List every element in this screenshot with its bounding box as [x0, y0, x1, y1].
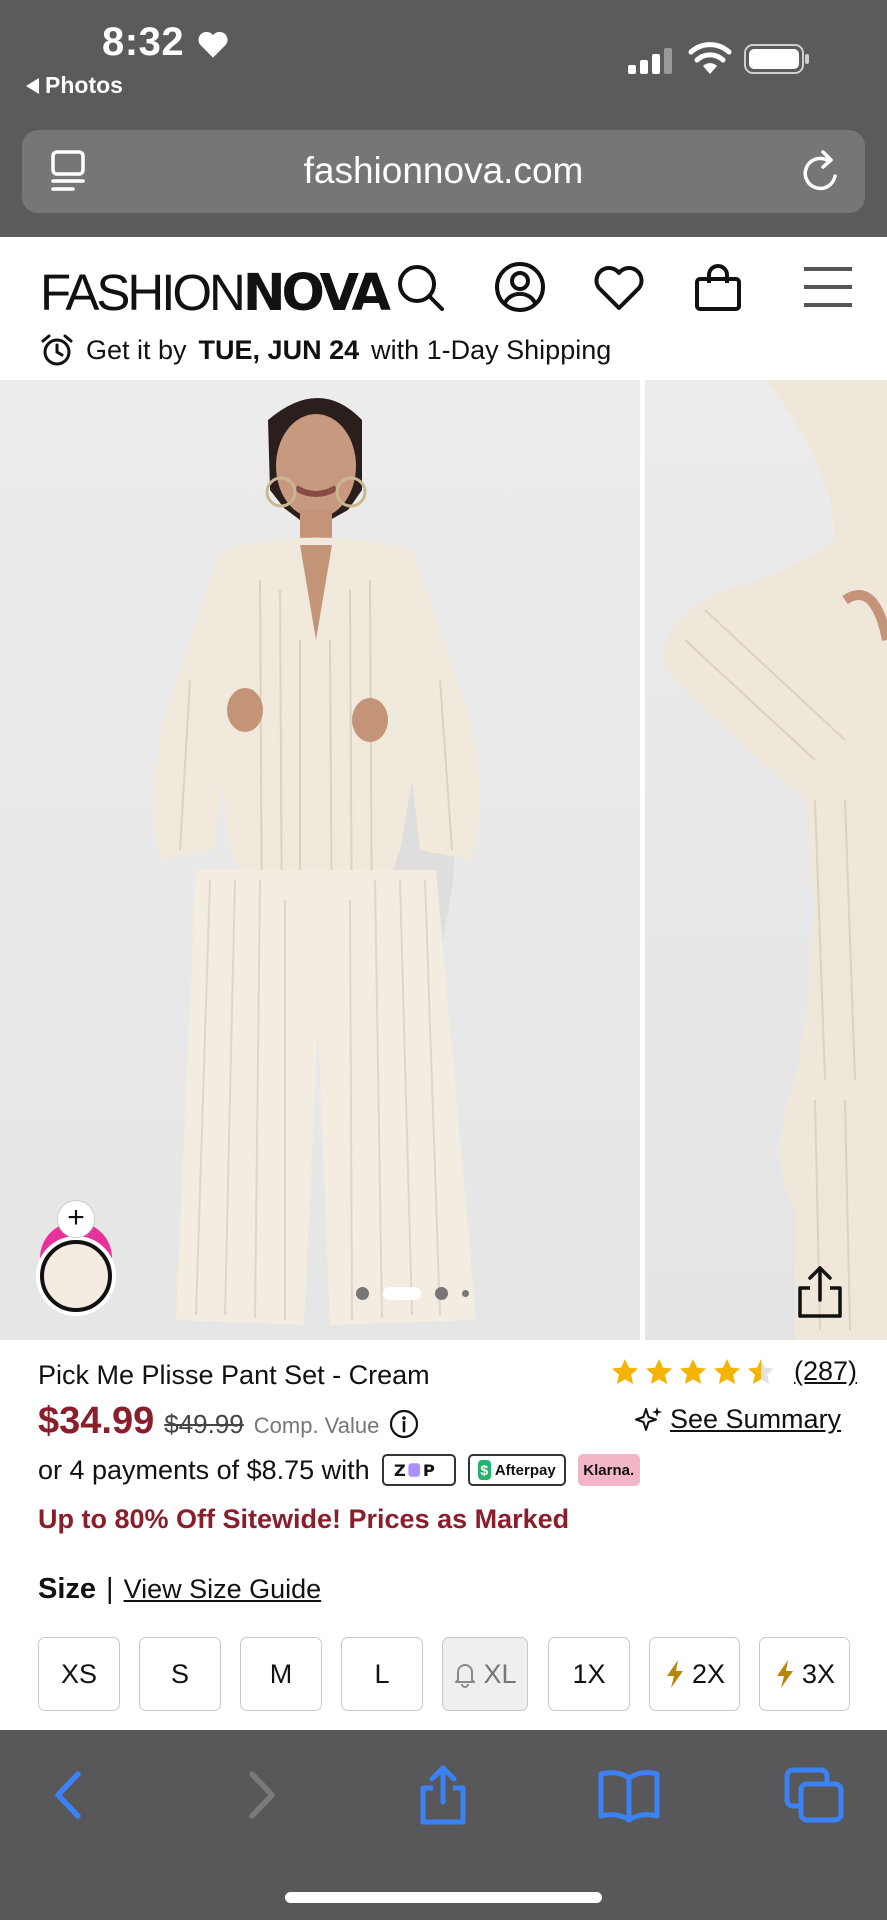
color-swatch-cream[interactable]: [40, 1240, 112, 1312]
afterpay-label: Afterpay: [494, 1461, 556, 1479]
alarm-clock-icon: [41, 334, 73, 366]
more-colors-plus-icon[interactable]: +: [57, 1200, 95, 1238]
gallery-pagination: [356, 1287, 469, 1300]
cellular-signal-icon: [628, 48, 672, 74]
logo-bold-text: NOVA: [242, 264, 391, 323]
svg-text:Z: Z: [394, 1461, 407, 1480]
product-title: Pick Me Plisse Pant Set - Cream: [38, 1360, 430, 1390]
shipping-suffix: with 1-Day Shipping: [371, 334, 612, 365]
promo-banner: Up to 80% Off Sitewide! Prices as Marked: [38, 1504, 570, 1534]
see-summary-label[interactable]: See Summary: [670, 1404, 841, 1435]
size-option-label: 1X: [572, 1658, 606, 1689]
gallery-dot[interactable]: [435, 1287, 448, 1300]
back-triangle-icon: [26, 77, 39, 94]
model-figure-illustration: [153, 398, 480, 1325]
star-full-icon: [714, 1358, 740, 1384]
size-option-2x[interactable]: 2X: [649, 1637, 740, 1711]
star-full-icon: [612, 1358, 638, 1384]
model-closeup-illustration: [663, 380, 887, 1340]
installments-text: or 4 payments of $8.75 with: [38, 1454, 370, 1485]
site-header: FASHIONNOVA Get it by TUE, JUN 24 with 1…: [0, 237, 887, 380]
size-label: Size: [38, 1573, 97, 1605]
price-row: $34.99 $49.99 Comp. Value: [38, 1400, 419, 1443]
reload-icon[interactable]: [797, 146, 845, 196]
size-option-l[interactable]: L: [341, 1637, 423, 1711]
zip-logo: Z P: [394, 1461, 436, 1480]
star-half-icon: [748, 1358, 774, 1384]
wifi-icon: [688, 42, 732, 74]
shipping-banner: Get it by TUE, JUN 24 with 1-Day Shippin…: [40, 333, 611, 367]
account-icon[interactable]: [492, 259, 548, 315]
back-chevron-icon[interactable]: [38, 1764, 102, 1826]
size-option-label: XL: [483, 1658, 517, 1689]
sale-price: $34.99: [38, 1400, 155, 1442]
size-option-label: M: [269, 1658, 293, 1689]
lightning-bolt-icon: [666, 1660, 683, 1688]
afterpay-badge[interactable]: $ Afterpay: [467, 1454, 566, 1486]
star-full-icon: [680, 1358, 706, 1384]
size-option-label: 2X: [691, 1658, 726, 1689]
bookmarks-book-icon[interactable]: [597, 1764, 661, 1826]
afterpay-dollar-icon: $: [477, 1460, 491, 1480]
sparkle-icon: [635, 1406, 662, 1431]
share-icon[interactable]: [794, 1264, 846, 1320]
size-guide-link[interactable]: View Size Guide: [124, 1574, 322, 1605]
compare-value-label: Comp. Value: [253, 1413, 380, 1438]
shipping-date: TUE, JUN 24: [198, 334, 360, 365]
size-options: XS S M L XL 1X 2X 3X: [38, 1637, 850, 1711]
shipping-prefix: Get it by: [86, 334, 187, 365]
share-sheet-icon[interactable]: [411, 1764, 475, 1826]
size-option-xl[interactable]: XL: [442, 1637, 528, 1711]
status-time: 8:32: [102, 20, 185, 64]
tabs-overview-icon[interactable]: [783, 1764, 847, 1826]
size-option-3x[interactable]: 3X: [759, 1637, 850, 1711]
size-option-label: L: [374, 1658, 390, 1689]
product-photo-next[interactable]: [645, 380, 887, 1340]
color-swatch-picker[interactable]: +: [38, 1200, 116, 1320]
back-to-photos-link[interactable]: Photos: [26, 72, 123, 99]
browser-chrome-top: 8:32 Photos fashionnova.com: [0, 0, 887, 237]
see-summary-link[interactable]: See Summary: [634, 1404, 841, 1435]
rating-stars[interactable]: (287): [610, 1356, 857, 1387]
hamburger-menu-icon[interactable]: [800, 259, 856, 315]
lightning-bolt-icon: [776, 1660, 793, 1688]
notify-bell-icon: [455, 1664, 476, 1688]
product-image-gallery[interactable]: +: [0, 380, 887, 1340]
product-photo-main[interactable]: [0, 380, 640, 1340]
size-option-label: S: [170, 1658, 189, 1689]
gallery-dot-active[interactable]: [383, 1287, 421, 1300]
url-text[interactable]: fashionnova.com: [22, 150, 865, 192]
battery-icon: [744, 44, 809, 74]
forward-chevron-icon[interactable]: [228, 1764, 292, 1826]
compare-price: $49.99: [164, 1409, 244, 1439]
back-to-app-label: Photos: [45, 72, 123, 98]
size-option-1x[interactable]: 1X: [548, 1637, 630, 1711]
gallery-dot[interactable]: [356, 1287, 369, 1300]
search-icon[interactable]: [392, 259, 448, 315]
heart-status-icon: [198, 31, 228, 58]
size-option-s[interactable]: S: [139, 1637, 221, 1711]
zip-badge[interactable]: Z P: [381, 1454, 456, 1486]
shopping-bag-icon[interactable]: [690, 259, 746, 315]
size-option-xs[interactable]: XS: [38, 1637, 120, 1711]
fashion-nova-logo[interactable]: FASHIONNOVA: [40, 264, 391, 321]
star-full-icon: [646, 1358, 672, 1384]
size-option-label: 3X: [801, 1658, 836, 1689]
info-icon[interactable]: [389, 1409, 419, 1439]
browser-toolbar: [0, 1730, 887, 1920]
wishlist-heart-icon[interactable]: [591, 259, 647, 315]
address-bar[interactable]: fashionnova.com: [22, 130, 865, 213]
size-option-label: XS: [60, 1658, 98, 1689]
installments-row: or 4 payments of $8.75 with Z P $ Afterp…: [38, 1454, 640, 1486]
size-header: Size | View Size Guide: [38, 1573, 321, 1606]
svg-text:P: P: [423, 1461, 436, 1480]
gallery-dot[interactable]: [462, 1290, 469, 1297]
logo-thin-text: FASHION: [40, 264, 246, 321]
home-indicator[interactable]: [285, 1892, 602, 1903]
klarna-badge[interactable]: Klarna.: [577, 1454, 640, 1486]
size-option-m[interactable]: M: [240, 1637, 322, 1711]
size-separator: |: [106, 1573, 114, 1605]
review-count-link[interactable]: (287): [794, 1356, 857, 1387]
